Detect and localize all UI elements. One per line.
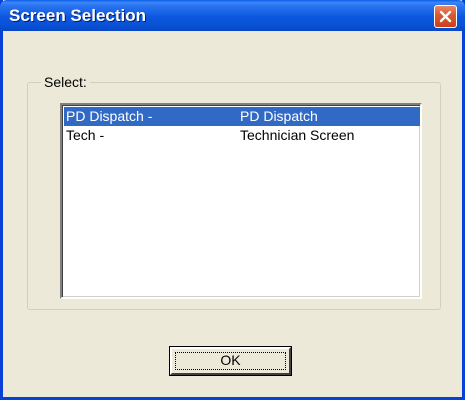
screen-listbox[interactable]: PD Dispatch - PD Dispatch Tech - Technic… (60, 103, 422, 299)
ok-button[interactable]: OK (170, 347, 291, 375)
list-item-pd-dispatch[interactable]: PD Dispatch - PD Dispatch (64, 107, 420, 126)
close-button[interactable] (434, 5, 457, 28)
list-item-name: Technician Screen (240, 127, 355, 143)
ok-button-label: OK (220, 352, 241, 368)
title-bar[interactable]: Screen Selection (0, 0, 465, 31)
screen-selection-dialog: Screen Selection Select: PD Dispatch - P… (0, 0, 465, 400)
list-item-code: Tech - (66, 127, 105, 143)
list-item-name: PD Dispatch (240, 108, 318, 124)
list-item-tech[interactable]: Tech - Technician Screen (64, 126, 420, 145)
select-group-label: Select: (41, 74, 90, 90)
close-icon (439, 10, 452, 23)
window-title: Screen Selection (9, 6, 147, 25)
list-item-code: PD Dispatch - (66, 108, 153, 124)
